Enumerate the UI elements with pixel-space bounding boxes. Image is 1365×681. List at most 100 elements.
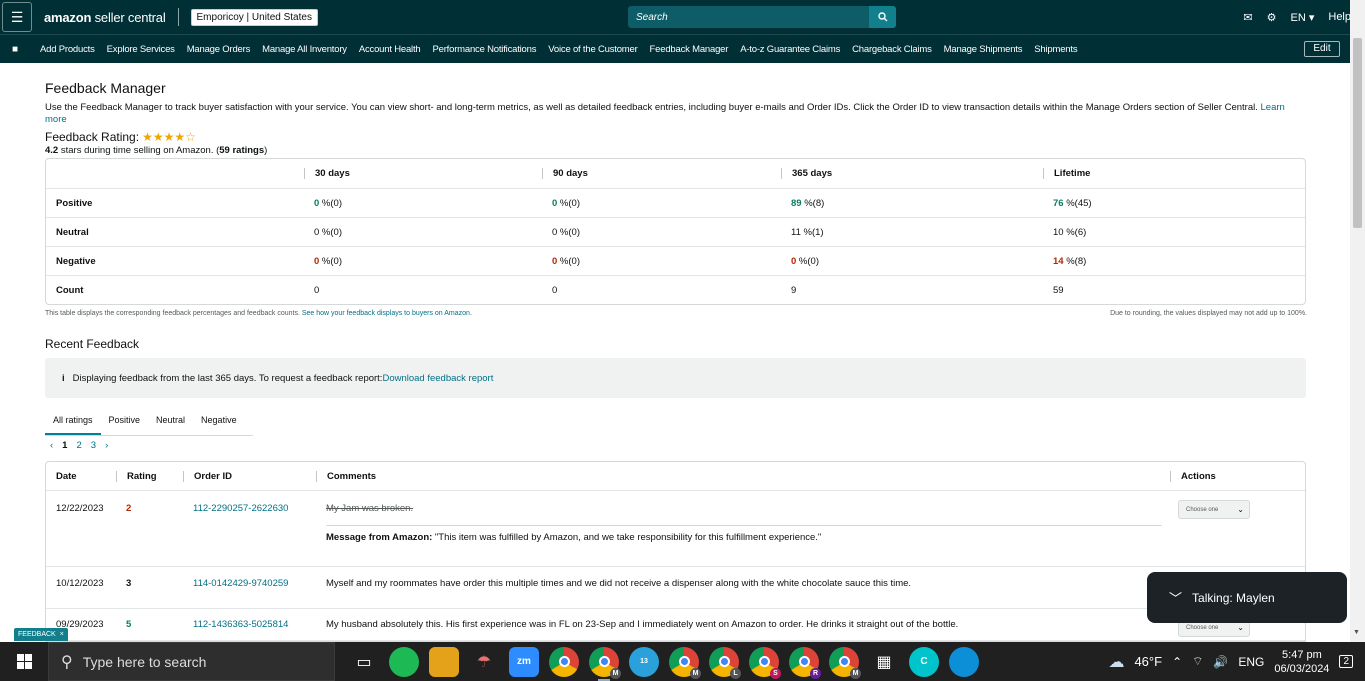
search-icon[interactable] — [869, 6, 896, 28]
order-id-link[interactable]: 114-0142429-9740259 — [193, 578, 288, 589]
language-selector[interactable]: EN ▾ — [1291, 11, 1315, 24]
actions-dropdown[interactable]: Choose one ⌄ — [1178, 500, 1250, 519]
comment-text: My Jam was broken. — [326, 503, 414, 514]
nav-item-manage-shipments[interactable]: Manage Shipments — [938, 44, 1029, 55]
volume-icon[interactable]: 🔊 — [1213, 655, 1228, 669]
nav-item-manage-orders[interactable]: Manage Orders — [181, 44, 256, 55]
menu-icon[interactable]: ☰ — [2, 2, 32, 32]
search-box[interactable]: Search — [628, 6, 896, 28]
spotify-icon[interactable] — [389, 646, 419, 677]
order-id-cell: 112-1436363-5025814 — [183, 609, 316, 640]
summary-suffix: %(8) — [801, 197, 825, 209]
nav-item-account-health[interactable]: Account Health — [353, 44, 427, 55]
actions-cell: Choose one ⌄ — [1170, 491, 1306, 566]
start-button[interactable] — [0, 654, 48, 669]
chrome-profile-m-icon[interactable]: M — [589, 646, 621, 681]
tab-positive[interactable]: Positive — [101, 408, 149, 435]
app-yellow-icon[interactable] — [429, 646, 459, 677]
nav-item-feedback-manager[interactable]: Feedback Manager — [644, 44, 735, 55]
summary-value: 89 — [791, 197, 802, 209]
comment-cell: My Jam was broken. Message from Amazon: "… — [316, 491, 1170, 566]
notifications-icon[interactable]: 2 — [1339, 655, 1353, 668]
windows-taskbar: ⚲ Type here to search ▭ ☂ zm M 13 M L S R M ▦ C ☁ 4… — [0, 642, 1365, 681]
talking-toast[interactable]: ﹀ Talking: Maylen — [1147, 572, 1347, 623]
chevron-up-icon[interactable]: ⌃ — [1172, 655, 1182, 669]
chrome-profile-3-icon[interactable]: M — [669, 646, 701, 679]
app-umbrella-icon[interactable]: ☂ — [469, 646, 499, 677]
search-input[interactable]: Search — [636, 12, 869, 23]
nav-item-manage-all-inventory[interactable]: Manage All Inventory — [256, 44, 353, 55]
mail-icon[interactable]: ✉ — [1243, 11, 1252, 24]
download-feedback-report-link[interactable]: Download feedback report — [382, 373, 493, 384]
summary-row-label: Neutral — [56, 226, 89, 238]
summary-cell: 0 %(0) — [304, 256, 542, 267]
scrollbar[interactable]: ▼ — [1350, 0, 1365, 642]
page-link-2[interactable]: 2 — [76, 440, 81, 451]
footnote-text: This table displays the corresponding fe… — [45, 310, 302, 317]
weather-temp[interactable]: 46°F — [1134, 654, 1162, 669]
nav-item-add-products[interactable]: Add Products — [34, 44, 101, 55]
canva-icon[interactable]: C — [909, 646, 939, 677]
close-icon[interactable]: × — [60, 631, 64, 638]
feedback-display-link[interactable]: See how your feedback displays to buyers… — [302, 310, 472, 317]
telegram-icon[interactable]: 13 — [629, 646, 659, 677]
feedback-tag[interactable]: FEEDBACK × — [14, 628, 68, 641]
chrome-profile-5-icon[interactable]: S — [749, 646, 781, 679]
input-language[interactable]: ENG — [1238, 655, 1264, 669]
nav-item-voice-of-the-customer[interactable]: Voice of the Customer — [542, 44, 643, 55]
scrollbar-thumb[interactable] — [1353, 38, 1362, 228]
chrome-center — [758, 656, 770, 667]
edge-icon[interactable] — [949, 646, 979, 677]
nav-item-a-to-z-guarantee-claims[interactable]: A-to-z Guarantee Claims — [734, 44, 846, 55]
tab-all-ratings[interactable]: All ratings — [45, 408, 101, 435]
zoom-icon[interactable]: zm — [509, 646, 539, 677]
order-id-link[interactable]: 112-2290257-2622630 — [193, 503, 288, 514]
summary-value: 11 — [791, 226, 801, 238]
summary-cell: 0 %(0) — [542, 256, 781, 267]
chrome-profile-6-icon[interactable]: R — [789, 646, 821, 679]
chevron-right-icon[interactable]: › — [105, 440, 108, 451]
chrome-profile-4-icon[interactable]: L — [709, 646, 741, 679]
summary-value: 59 — [1053, 284, 1064, 296]
summary-cell: 0 — [304, 285, 542, 296]
profile-badge: M — [610, 667, 621, 679]
nav-item-chargeback-claims[interactable]: Chargeback Claims — [846, 44, 938, 55]
bookmark-icon[interactable]: ■ — [0, 44, 30, 55]
chrome-center — [838, 656, 850, 667]
clock[interactable]: 5:47 pm 06/03/2024 — [1274, 648, 1329, 676]
taskbar-search-placeholder: Type here to search — [82, 653, 207, 670]
chrome-profile-1-icon[interactable] — [549, 646, 579, 677]
nav-item-performance-notifications[interactable]: Performance Notifications — [427, 44, 543, 55]
seller-central-logo[interactable]: amazon seller central — [44, 10, 166, 25]
page-link-1[interactable]: 1 — [62, 440, 67, 451]
summary-row-label: Count — [56, 284, 84, 296]
tab-negative[interactable]: Negative — [193, 408, 245, 435]
table-row: 09/29/2023 5 112-1436363-5025814 My husband… — [46, 609, 1305, 641]
chevron-left-icon[interactable]: ‹ — [50, 440, 53, 451]
summary-cell: 14 %(8) — [1043, 256, 1307, 267]
tab-neutral[interactable]: Neutral — [148, 408, 193, 435]
nav-item-explore-services[interactable]: Explore Services — [101, 44, 181, 55]
order-id-link[interactable]: 112-1436363-5025814 — [193, 619, 288, 630]
gear-icon[interactable]: ⚙ — [1267, 11, 1277, 24]
nav-item-shipments[interactable]: Shipments — [1028, 44, 1083, 55]
weather-icon[interactable]: ☁ — [1108, 652, 1124, 672]
calculator-icon[interactable]: ▦ — [869, 646, 899, 677]
page-link-3[interactable]: 3 — [91, 440, 96, 451]
taskbar-apps: ▭ ☂ zm M 13 M L S R M ▦ C — [349, 646, 979, 681]
chevron-down-icon[interactable]: ﹀ — [1169, 588, 1182, 607]
account-switcher[interactable]: Emporicoy | United States — [190, 8, 318, 26]
help-link[interactable]: Help — [1328, 11, 1351, 23]
summary-row: Negative 0 %(0) 0 %(0) 0 %(0) 14 %(8) — [46, 246, 1305, 275]
network-icon[interactable]: ⌔ — [1192, 654, 1203, 669]
scroll-down-icon[interactable]: ▼ — [1353, 629, 1360, 636]
comment-text: Myself and my roommates have order this … — [326, 578, 912, 589]
summary-suffix: %(0) — [319, 197, 342, 209]
summary-header: 90 days — [542, 168, 781, 179]
edit-button[interactable]: Edit — [1304, 41, 1340, 57]
task-view-icon[interactable]: ▭ — [349, 646, 379, 677]
windows-icon — [16, 654, 32, 669]
chrome-profile-7-icon[interactable]: M — [829, 646, 861, 679]
taskbar-search[interactable]: ⚲ Type here to search — [48, 642, 335, 681]
summary-suffix: %(0) — [557, 226, 580, 238]
